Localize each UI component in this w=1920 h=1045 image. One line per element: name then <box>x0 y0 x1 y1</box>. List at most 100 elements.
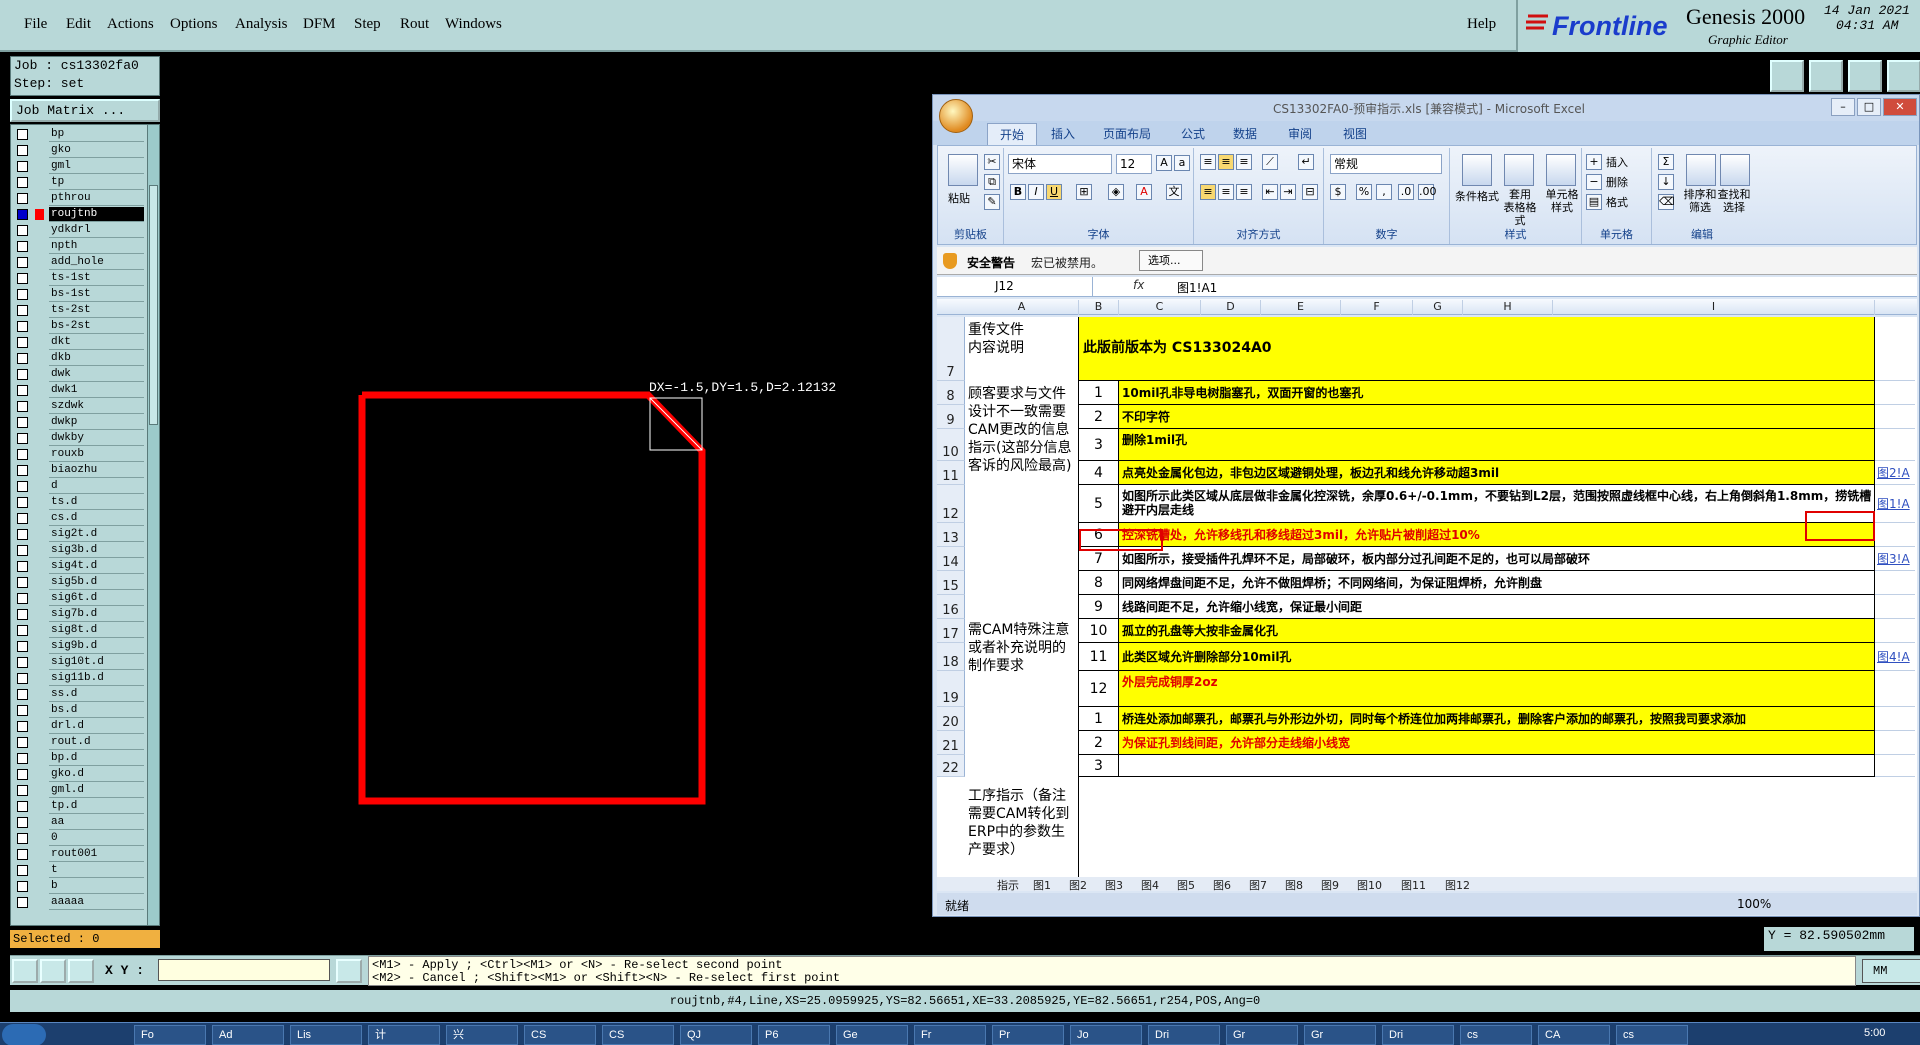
tool-icon-1[interactable] <box>1770 60 1804 92</box>
layer-name[interactable]: bp <box>49 127 144 142</box>
conditional-format-icon[interactable] <box>1462 154 1492 186</box>
layer-name[interactable]: pthrou <box>49 191 144 206</box>
tab-view[interactable]: 视图 <box>1343 125 1367 142</box>
layer-name[interactable]: roujtnb <box>49 207 144 222</box>
tool-icon-4[interactable] <box>1887 60 1920 92</box>
tab-formulas[interactable]: 公式 <box>1181 125 1205 142</box>
layer-row[interactable]: sig5b.d <box>13 575 145 590</box>
border-icon[interactable]: ⊞ <box>1076 184 1092 200</box>
layer-checkbox[interactable] <box>17 673 28 684</box>
layer-row[interactable]: sig7b.d <box>13 607 145 622</box>
layer-name[interactable]: npth <box>49 239 144 254</box>
layer-checkbox[interactable] <box>17 465 28 476</box>
layer-checkbox[interactable] <box>17 209 28 220</box>
layer-row[interactable]: t <box>13 863 145 878</box>
layer-name[interactable]: dwk <box>49 367 144 382</box>
row-header[interactable]: 7 <box>937 317 965 381</box>
orientation-icon[interactable]: ⟋ <box>1262 154 1278 170</box>
copy-icon[interactable]: ⧉ <box>984 174 1000 190</box>
align-center-icon[interactable]: ≡ <box>1218 184 1234 200</box>
layer-row[interactable]: bs.d <box>13 703 145 718</box>
menu-step[interactable]: Step <box>354 16 381 33</box>
sheet-tab[interactable]: 图11 <box>1401 877 1426 893</box>
row-header[interactable]: 11 <box>937 461 965 485</box>
cut-icon[interactable]: ✂ <box>984 154 1000 170</box>
menu-actions[interactable]: Actions <box>107 16 154 33</box>
taskbar-item[interactable]: Ad <box>212 1025 284 1045</box>
layer-row[interactable]: dwkby <box>13 431 145 446</box>
layer-row[interactable]: rout.d <box>13 735 145 750</box>
layer-row[interactable]: gko <box>13 143 145 158</box>
hyperlink-cell[interactable] <box>1875 671 1915 707</box>
sheet-tab[interactable]: 图8 <box>1285 877 1303 893</box>
instruction-cell[interactable]: 为保证孔到线间距，允许部分走线缩小线宽 <box>1119 731 1875 755</box>
layer-name[interactable]: sig11b.d <box>49 671 144 686</box>
layer-checkbox[interactable] <box>17 145 28 156</box>
layer-checkbox[interactable] <box>17 257 28 268</box>
hyperlink-cell[interactable] <box>1875 571 1915 595</box>
layer-name[interactable]: tp.d <box>49 799 144 814</box>
layer-name[interactable]: biaozhu <box>49 463 144 478</box>
layer-name[interactable]: aaaaa <box>49 895 144 910</box>
currency-icon[interactable]: $ <box>1330 184 1346 200</box>
layer-row[interactable]: ts-1st <box>13 271 145 286</box>
instruction-cell[interactable]: 如图所示，接受插件孔焊环不足，局部破环，板内部分过孔间距不足的，也可以局部破环 <box>1119 547 1875 571</box>
font-name-select[interactable]: 宋体 <box>1008 154 1112 174</box>
layer-name[interactable]: dkt <box>49 335 144 350</box>
menu-rout[interactable]: Rout <box>400 16 429 33</box>
hyperlink-cell[interactable] <box>1875 405 1915 429</box>
layer-row[interactable]: bs-1st <box>13 287 145 302</box>
item-number-cell[interactable]: 9 <box>1079 595 1119 619</box>
layer-checkbox[interactable] <box>17 273 28 284</box>
layer-checkbox[interactable] <box>17 433 28 444</box>
taskbar-item[interactable]: Dri <box>1382 1025 1454 1045</box>
layer-checkbox[interactable] <box>17 881 28 892</box>
increase-decimal-icon[interactable]: .0 <box>1398 184 1414 200</box>
snap-icon[interactable] <box>12 959 38 983</box>
sort-filter-icon[interactable] <box>1686 154 1716 186</box>
col-header-c[interactable]: C <box>1119 300 1201 315</box>
row-header[interactable]: 20 <box>937 707 965 731</box>
sheet-grid[interactable]: 7 此版前版本为 CS133024A0 8 1 10mil孔非导电树脂塞孔，双面开窗的也… <box>937 317 1917 877</box>
item-number-cell[interactable]: 1 <box>1079 707 1119 731</box>
layer-checkbox[interactable] <box>17 513 28 524</box>
layer-name[interactable]: dwkby <box>49 431 144 446</box>
layer-name[interactable]: sig7b.d <box>49 607 144 622</box>
layer-row[interactable]: drl.d <box>13 719 145 734</box>
wrap-text-icon[interactable]: ↵ <box>1298 154 1314 170</box>
instruction-cell[interactable]: 孤立的孔盘等大按非金属化孔 <box>1119 619 1875 643</box>
layer-row[interactable]: sig10t.d <box>13 655 145 670</box>
col-header-g[interactable]: G <box>1413 300 1463 315</box>
sheet-tab[interactable]: 指示 <box>997 877 1019 893</box>
taskbar-item[interactable]: 兴 <box>446 1025 518 1045</box>
layer-name[interactable]: ss.d <box>49 687 144 702</box>
tab-page-layout[interactable]: 页面布局 <box>1103 125 1151 142</box>
sheet-tab[interactable]: 图7 <box>1249 877 1267 893</box>
layer-name[interactable]: d <box>49 479 144 494</box>
layer-name[interactable]: cs.d <box>49 511 144 526</box>
autosum-icon[interactable]: Σ <box>1658 154 1674 170</box>
xy-input[interactable] <box>158 959 330 981</box>
hyperlink-cell[interactable]: 图4!A <box>1875 643 1915 671</box>
instruction-cell[interactable]: 此类区域允许删除部分10mil孔 <box>1119 643 1875 671</box>
taskbar-item[interactable]: Jo <box>1070 1025 1142 1045</box>
layer-row[interactable]: tp.d <box>13 799 145 814</box>
layer-checkbox[interactable] <box>17 449 28 460</box>
layer-row[interactable]: gml <box>13 159 145 174</box>
taskbar-item[interactable]: cs <box>1460 1025 1532 1045</box>
instruction-cell[interactable]: 桥连处添加邮票孔，邮票孔与外形边外切，同时每个桥连位加两排邮票孔，删除客户添加的… <box>1119 707 1875 731</box>
row-header[interactable]: 18 <box>937 643 965 671</box>
phonetic-icon[interactable]: 文 <box>1166 184 1182 200</box>
menu-edit[interactable]: Edit <box>66 16 91 33</box>
layer-row[interactable]: cs.d <box>13 511 145 526</box>
layer-row[interactable]: rouxb <box>13 447 145 462</box>
scroll-thumb[interactable] <box>149 185 158 425</box>
insert-cells-button[interactable]: 插入 <box>1606 154 1628 170</box>
layer-row[interactable]: sig4t.d <box>13 559 145 574</box>
layer-row[interactable]: add_hole <box>13 255 145 270</box>
cell-a7[interactable]: 重传文件 内容说明 <box>965 317 1079 381</box>
layer-checkbox[interactable] <box>17 337 28 348</box>
layer-name[interactable]: add_hole <box>49 255 144 270</box>
hyperlink-cell[interactable] <box>1875 381 1915 405</box>
align-left-icon[interactable]: ≡ <box>1200 184 1216 200</box>
